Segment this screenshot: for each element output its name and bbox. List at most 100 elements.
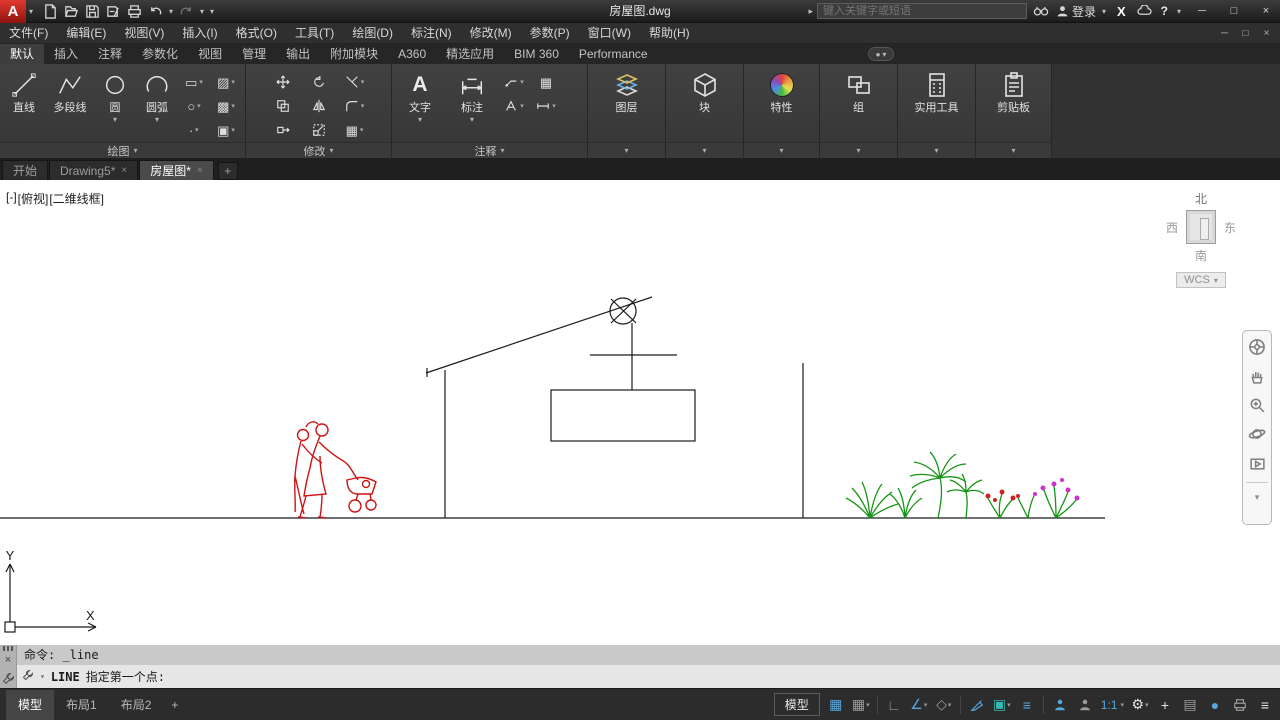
ribbon-tab-featured[interactable]: 精选应用 bbox=[436, 44, 504, 64]
drawing5-close-icon[interactable]: × bbox=[121, 165, 127, 176]
redo-button[interactable] bbox=[176, 1, 197, 22]
command-close-icon[interactable]: × bbox=[5, 654, 11, 666]
signin-dropdown-icon[interactable]: ▾ bbox=[1099, 7, 1109, 16]
drawing-canvas[interactable]: Y X [-] [俯视] [二维线框] 北 西 东 南 WCS ▾ ▾ bbox=[0, 180, 1280, 645]
doc-minimize-icon[interactable]: ─ bbox=[1215, 25, 1234, 42]
annotation-monitor-icon[interactable]: + bbox=[1156, 694, 1174, 716]
modify-panel-footer[interactable]: 修改 ▾ bbox=[246, 142, 391, 158]
file-tab-start[interactable]: 开始 bbox=[2, 160, 49, 180]
menu-format[interactable]: 格式(O) bbox=[227, 23, 286, 44]
move-tool[interactable] bbox=[265, 70, 301, 94]
layer-properties-tool[interactable]: 图层 bbox=[592, 66, 662, 142]
menu-draw[interactable]: 绘图(D) bbox=[343, 23, 402, 44]
help-dropdown-icon[interactable]: ▾ bbox=[1174, 7, 1184, 16]
model-tab[interactable]: 模型 bbox=[6, 689, 55, 720]
scale-tool[interactable] bbox=[301, 118, 337, 142]
exchange-apps-icon[interactable]: X bbox=[1113, 4, 1130, 19]
arc-flyout-icon[interactable]: ▾ bbox=[155, 116, 159, 124]
viewport-visual-style-button[interactable]: [二维线框] bbox=[49, 190, 104, 207]
file-tab-drawing5[interactable]: Drawing5* × bbox=[49, 160, 139, 180]
annotate-panel-footer[interactable]: 注释 ▾ bbox=[392, 142, 587, 158]
mirror-tool[interactable] bbox=[301, 94, 337, 118]
leader-tool[interactable]: ▾ bbox=[498, 70, 530, 94]
arc-tool[interactable]: 圆弧 ▾ bbox=[136, 66, 178, 142]
viewcube-west-label[interactable]: 西 bbox=[1166, 219, 1178, 236]
ribbon-tab-home[interactable]: 默认 bbox=[0, 44, 45, 64]
doc-restore-icon[interactable]: □ bbox=[1236, 25, 1255, 42]
plot-button[interactable] bbox=[124, 1, 145, 22]
a360-icon[interactable] bbox=[1134, 1, 1155, 22]
rotate-tool[interactable] bbox=[301, 70, 337, 94]
save-as-button[interactable] bbox=[103, 1, 124, 22]
ribbon-tab-parametric[interactable]: 参数化 bbox=[132, 44, 188, 64]
lineweight-icon[interactable]: ≡ bbox=[1018, 694, 1036, 716]
menu-dimension[interactable]: 标注(N) bbox=[402, 23, 461, 44]
gradient-tool[interactable]: ▩ ▾ bbox=[210, 94, 242, 118]
menu-view[interactable]: 视图(V) bbox=[115, 23, 173, 44]
ortho-mode-icon[interactable]: ∟ bbox=[885, 694, 903, 716]
menu-modify[interactable]: 修改(M) bbox=[461, 23, 521, 44]
group-tool[interactable]: 组 bbox=[824, 66, 894, 142]
array-tool[interactable]: ▦ ▾ bbox=[337, 118, 373, 142]
viewport-view-button[interactable]: [俯视] bbox=[18, 190, 49, 207]
showmotion-icon[interactable] bbox=[1247, 453, 1267, 473]
menu-help[interactable]: 帮助(H) bbox=[640, 23, 699, 44]
layout1-tab[interactable]: 布局1 bbox=[54, 690, 109, 720]
app-menu-arrow-icon[interactable]: ▾ bbox=[26, 7, 36, 16]
insert-block-tool[interactable]: 块 bbox=[670, 66, 740, 142]
block-panel-footer[interactable]: ▾ bbox=[666, 142, 743, 158]
dynamic-input-icon[interactable] bbox=[968, 694, 986, 716]
menu-tools[interactable]: 工具(T) bbox=[286, 23, 343, 44]
utilities-tool[interactable]: 实用工具 bbox=[901, 66, 973, 142]
clipboard-panel-footer[interactable]: ▾ bbox=[976, 142, 1051, 158]
search-flyout-icon[interactable]: ▸ bbox=[808, 6, 813, 17]
circle-flyout-icon[interactable]: ▾ bbox=[113, 116, 117, 124]
viewcube-south-label[interactable]: 南 bbox=[1166, 247, 1236, 264]
quick-properties-icon[interactable]: ▤ bbox=[1181, 694, 1199, 716]
text-style-tool[interactable]: ▾ bbox=[498, 94, 530, 118]
text-flyout-icon[interactable]: ▾ bbox=[418, 116, 422, 124]
zoom-icon[interactable] bbox=[1247, 395, 1267, 415]
minimize-button[interactable]: ─ bbox=[1188, 0, 1216, 22]
polar-tracking-icon[interactable]: ∠ ▾ bbox=[910, 694, 928, 716]
viewcube-east-label[interactable]: 东 bbox=[1224, 219, 1236, 236]
trim-tool[interactable]: ▾ bbox=[337, 70, 373, 94]
fillet-tool[interactable]: ▾ bbox=[337, 94, 373, 118]
viewcube-north-label[interactable]: 北 bbox=[1166, 190, 1236, 207]
annotation-autoscale-icon[interactable] bbox=[1076, 694, 1094, 716]
new-file-button[interactable] bbox=[40, 1, 61, 22]
help-button[interactable]: ? bbox=[1159, 4, 1170, 18]
draw-panel-footer[interactable]: 绘图 ▾ bbox=[0, 142, 245, 158]
layout2-tab[interactable]: 布局2 bbox=[109, 690, 164, 720]
ellipse-tool[interactable]: ○ ▾ bbox=[178, 94, 210, 118]
undo-dropdown-icon[interactable]: ▾ bbox=[166, 7, 176, 16]
boundary-tool[interactable]: ▣ ▾ bbox=[210, 118, 242, 142]
rectangle-tool[interactable]: ▭ ▾ bbox=[178, 70, 210, 94]
line-tool[interactable]: 直线 bbox=[2, 66, 46, 142]
stretch-tool[interactable] bbox=[265, 118, 301, 142]
ribbon-tab-performance[interactable]: Performance bbox=[569, 44, 658, 64]
polyline-tool[interactable]: 多段线 bbox=[46, 66, 94, 142]
object-snap-icon[interactable]: ▣ ▾ bbox=[993, 694, 1011, 716]
layers-panel-footer[interactable]: ▾ bbox=[588, 142, 665, 158]
orbit-icon[interactable] bbox=[1247, 424, 1267, 444]
copy-tool[interactable] bbox=[265, 94, 301, 118]
ribbon-tab-manage[interactable]: 管理 bbox=[232, 44, 276, 64]
clipboard-tool[interactable]: 剪贴板 bbox=[980, 66, 1048, 142]
open-file-button[interactable] bbox=[61, 1, 82, 22]
command-drag-grip[interactable] bbox=[2, 646, 14, 651]
snap-mode-icon[interactable]: ▦ ▾ bbox=[852, 694, 870, 716]
plot-status-icon[interactable] bbox=[1231, 694, 1249, 716]
undo-button[interactable] bbox=[145, 1, 166, 22]
menu-window[interactable]: 窗口(W) bbox=[579, 23, 640, 44]
ribbon-tab-annotate[interactable]: 注释 bbox=[88, 44, 132, 64]
command-recent-icon[interactable]: ▾ bbox=[40, 672, 45, 681]
grid-display-icon[interactable]: ▦ bbox=[827, 694, 845, 716]
wcs-dropdown[interactable]: WCS ▾ bbox=[1176, 272, 1226, 288]
file-tab-house[interactable]: 房屋图* × bbox=[139, 160, 214, 180]
menu-insert[interactable]: 插入(I) bbox=[173, 23, 226, 44]
table-tool[interactable]: ▦ bbox=[530, 70, 562, 94]
ribbon-tab-addins[interactable]: 附加模块 bbox=[320, 44, 388, 64]
restore-button[interactable]: □ bbox=[1220, 0, 1248, 22]
app-logo[interactable]: A bbox=[0, 0, 26, 23]
